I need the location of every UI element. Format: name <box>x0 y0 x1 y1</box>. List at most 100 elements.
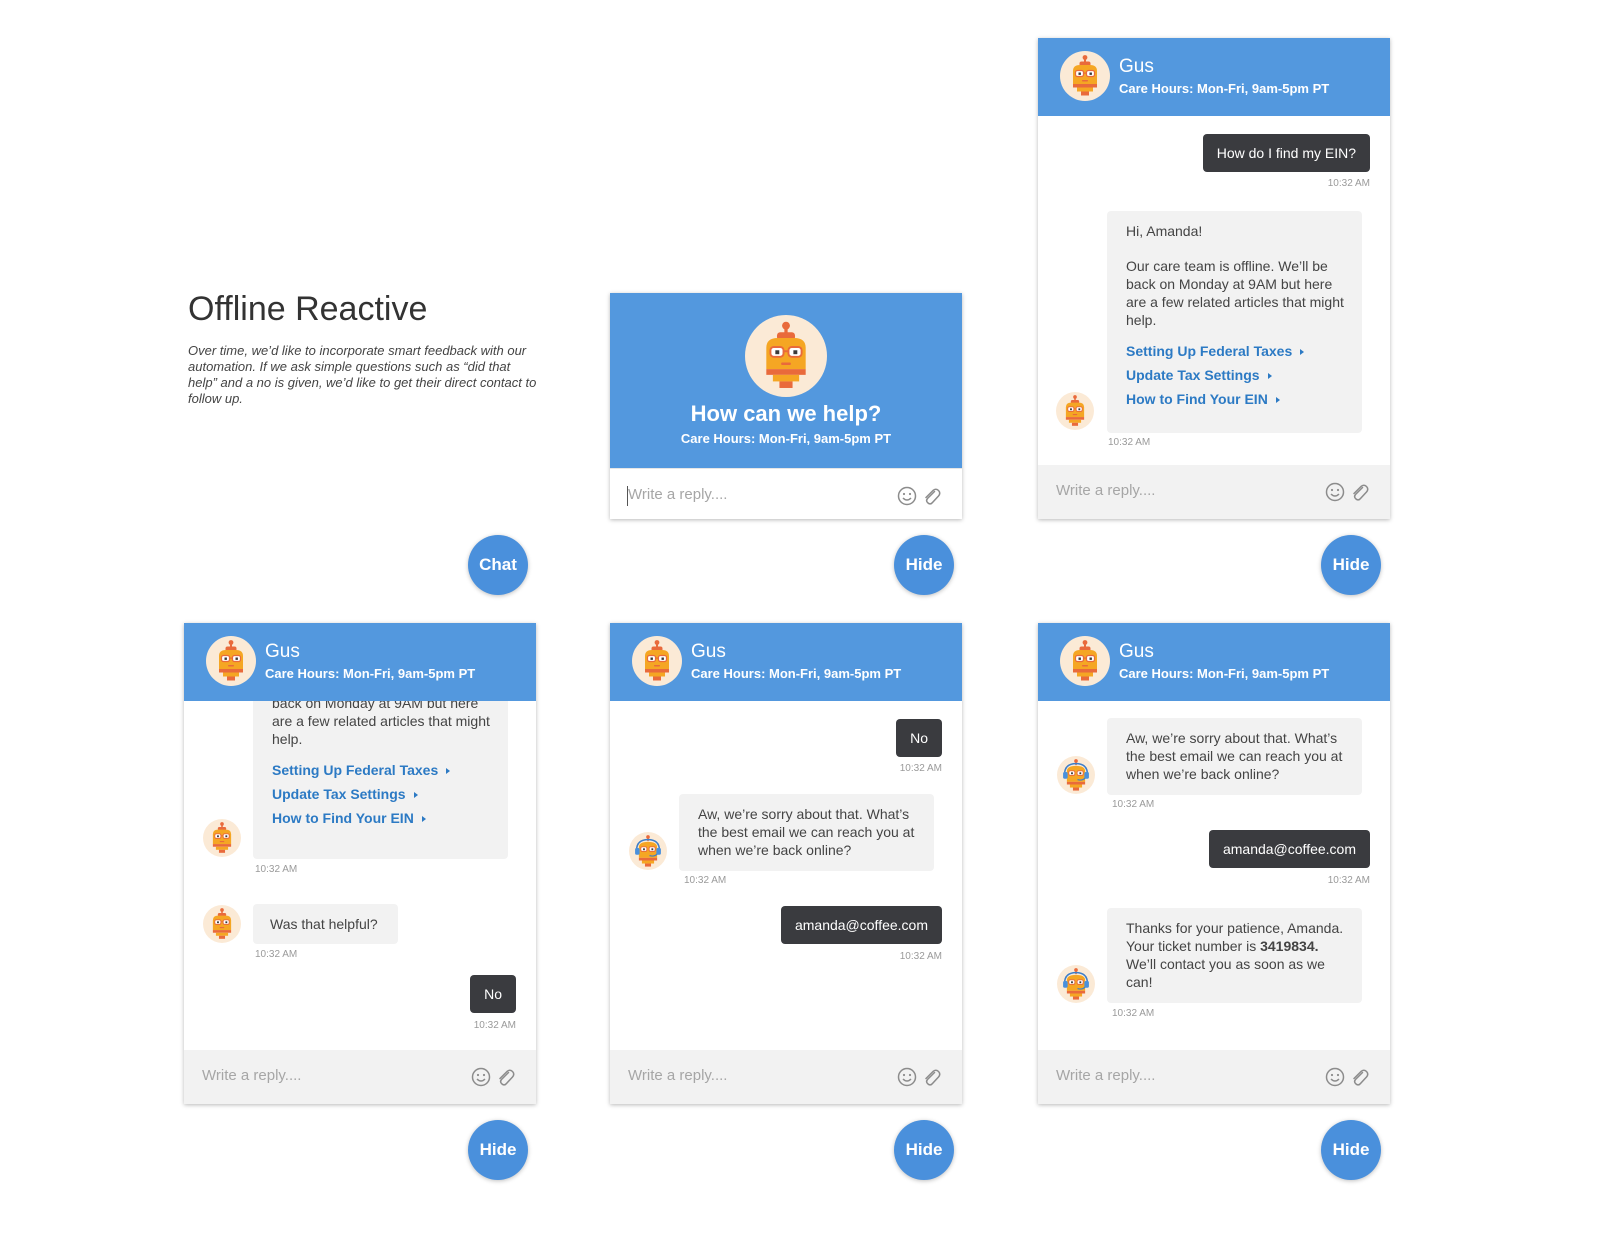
timestamp: 10:32 AM <box>473 1020 516 1031</box>
chat-widget-offline-answer: Gus Care Hours: Mon-Fri, 9am-5pm PT How … <box>1038 38 1390 519</box>
bot-message: Aw, we’re sorry about that. What’s the b… <box>679 794 934 871</box>
article-link-tax-settings[interactable]: Update Tax Settings <box>1126 363 1344 387</box>
reply-composer[interactable]: Write a reply.... <box>610 1050 962 1104</box>
paperclip-icon[interactable] <box>1348 481 1370 503</box>
arrow-right-icon <box>413 792 418 799</box>
arrow-right-icon <box>1275 397 1280 404</box>
user-message: How do I find my EIN? <box>1202 134 1370 172</box>
arrow-right-icon <box>421 816 426 823</box>
follow-up-text: We’ll contact you as soon as we can! <box>1126 956 1325 990</box>
reply-composer[interactable]: Write a reply.... <box>610 468 962 519</box>
timestamp: 10:32 AM <box>255 949 298 960</box>
hide-button[interactable]: Hide <box>894 535 954 595</box>
timestamp: 10:32 AM <box>1112 1008 1155 1019</box>
article-link-federal-taxes[interactable]: Setting Up Federal Taxes <box>1126 339 1344 363</box>
chat-header: Gus Care Hours: Mon-Fri, 9am-5pm PT <box>184 623 536 701</box>
welcome-header: How can we help? Care Hours: Mon-Fri, 9a… <box>610 293 962 469</box>
gus-avatar-icon <box>206 636 256 686</box>
reply-input[interactable]: Write a reply.... <box>628 1067 727 1084</box>
bot-message: Thanks for your patience, Amanda. Your t… <box>1107 908 1362 1003</box>
care-hours: Care Hours: Mon-Fri, 9am-5pm PT <box>691 666 902 681</box>
message-list: No 10:32 AM Aw, we’re sorry about that. … <box>610 701 962 1050</box>
paperclip-icon[interactable] <box>1348 1066 1370 1088</box>
message-list: How do I find my EIN? 10:32 AM Hi, Amand… <box>1038 116 1390 465</box>
reply-input[interactable]: Write a reply.... <box>628 486 727 503</box>
bot-message: Hi, Amanda! Our care team is offline. We… <box>1107 211 1362 433</box>
reply-input[interactable]: Write a reply.... <box>1056 1067 1155 1084</box>
hide-button[interactable]: Hide <box>1321 1120 1381 1180</box>
care-hours: Care Hours: Mon-Fri, 9am-5pm PT <box>1119 666 1330 681</box>
user-message: amanda@coffee.com <box>780 906 942 944</box>
message-list: back on Monday at 9AM but here are a few… <box>184 701 536 1050</box>
arrow-right-icon <box>1267 373 1272 380</box>
chat-widget-ticket-confirmation: Gus Care Hours: Mon-Fri, 9am-5pm PT Aw, … <box>1038 623 1390 1104</box>
hide-button[interactable]: Hide <box>894 1120 954 1180</box>
bot-name: Gus <box>691 641 726 662</box>
greeting-text: Hi, Amanda! <box>1126 223 1203 239</box>
arrow-right-icon <box>446 768 451 775</box>
hide-button[interactable]: Hide <box>1321 535 1381 595</box>
reply-composer[interactable]: Write a reply.... <box>1038 1050 1390 1104</box>
gus-avatar-icon <box>1056 392 1094 430</box>
paperclip-icon[interactable] <box>920 485 942 507</box>
offline-text: back on Monday at 9AM but here are a few… <box>272 701 490 747</box>
bot-message: Was that helpful? <box>253 904 398 944</box>
chat-header: Gus Care Hours: Mon-Fri, 9am-5pm PT <box>610 623 962 701</box>
timestamp: 10:32 AM <box>1108 437 1151 448</box>
article-link-federal-taxes[interactable]: Setting Up Federal Taxes <box>272 758 490 782</box>
welcome-headline: How can we help? <box>690 401 882 426</box>
page-title: Offline Reactive <box>188 290 428 328</box>
chat-header: Gus Care Hours: Mon-Fri, 9am-5pm PT <box>1038 38 1390 116</box>
smile-icon[interactable] <box>1324 481 1346 503</box>
paperclip-icon[interactable] <box>494 1066 516 1088</box>
gus-headset-avatar-icon <box>1057 965 1095 1003</box>
bot-name: Gus <box>1119 641 1154 662</box>
timestamp: 10:32 AM <box>255 864 298 875</box>
offline-text: Our care team is offline. We’ll be back … <box>1126 258 1344 328</box>
gus-avatar-icon <box>1060 51 1110 101</box>
ticket-number: 3419834. <box>1260 938 1319 954</box>
gus-headset-avatar-icon <box>1057 756 1095 794</box>
message-list: Aw, we’re sorry about that. What’s the b… <box>1038 701 1390 1050</box>
chat-button[interactable]: Chat <box>468 535 528 595</box>
smile-icon[interactable] <box>470 1066 492 1088</box>
page-description: Over time, we’d like to incorporate smar… <box>188 343 537 406</box>
timestamp: 10:32 AM <box>1112 799 1155 810</box>
article-link-find-ein[interactable]: How to Find Your EIN <box>272 806 490 830</box>
chat-widget-welcome: How can we help? Care Hours: Mon-Fri, 9a… <box>610 293 962 519</box>
timestamp: 10:32 AM <box>1327 875 1370 886</box>
gus-avatar-icon <box>632 636 682 686</box>
timestamp: 10:32 AM <box>899 763 942 774</box>
reply-input[interactable]: Write a reply.... <box>202 1067 301 1084</box>
gus-avatar-icon <box>203 819 241 857</box>
article-link-find-ein[interactable]: How to Find Your EIN <box>1126 387 1344 411</box>
smile-icon[interactable] <box>896 1066 918 1088</box>
reply-input[interactable]: Write a reply.... <box>1056 482 1155 499</box>
reply-composer[interactable]: Write a reply.... <box>1038 465 1390 519</box>
timestamp: 10:32 AM <box>684 875 727 886</box>
user-message: No <box>470 975 516 1013</box>
bot-name: Gus <box>265 641 300 662</box>
bot-message: back on Monday at 9AM but here are a few… <box>253 701 508 859</box>
care-hours: Care Hours: Mon-Fri, 9am-5pm PT <box>1119 81 1330 96</box>
gus-avatar-icon <box>203 905 241 943</box>
chat-widget-feedback: back on Monday at 9AM but here are a few… <box>184 623 536 1104</box>
timestamp: 10:32 AM <box>1327 178 1370 189</box>
gus-headset-avatar-icon <box>629 832 667 870</box>
article-link-tax-settings[interactable]: Update Tax Settings <box>272 782 490 806</box>
bot-message: Aw, we’re sorry about that. What’s the b… <box>1107 718 1362 795</box>
chat-widget-email-request: Gus Care Hours: Mon-Fri, 9am-5pm PT No 1… <box>610 623 962 1104</box>
smile-icon[interactable] <box>896 485 918 507</box>
gus-avatar-icon <box>1060 636 1110 686</box>
care-hours: Care Hours: Mon-Fri, 9am-5pm PT <box>680 431 892 446</box>
user-message: No <box>896 719 942 757</box>
user-message: amanda@coffee.com <box>1208 830 1370 868</box>
smile-icon[interactable] <box>1324 1066 1346 1088</box>
hide-button[interactable]: Hide <box>468 1120 528 1180</box>
care-hours: Care Hours: Mon-Fri, 9am-5pm PT <box>265 666 476 681</box>
timestamp: 10:32 AM <box>899 951 942 962</box>
bot-name: Gus <box>1119 56 1154 77</box>
reply-composer[interactable]: Write a reply.... <box>184 1050 536 1104</box>
paperclip-icon[interactable] <box>920 1066 942 1088</box>
arrow-right-icon <box>1300 349 1305 356</box>
